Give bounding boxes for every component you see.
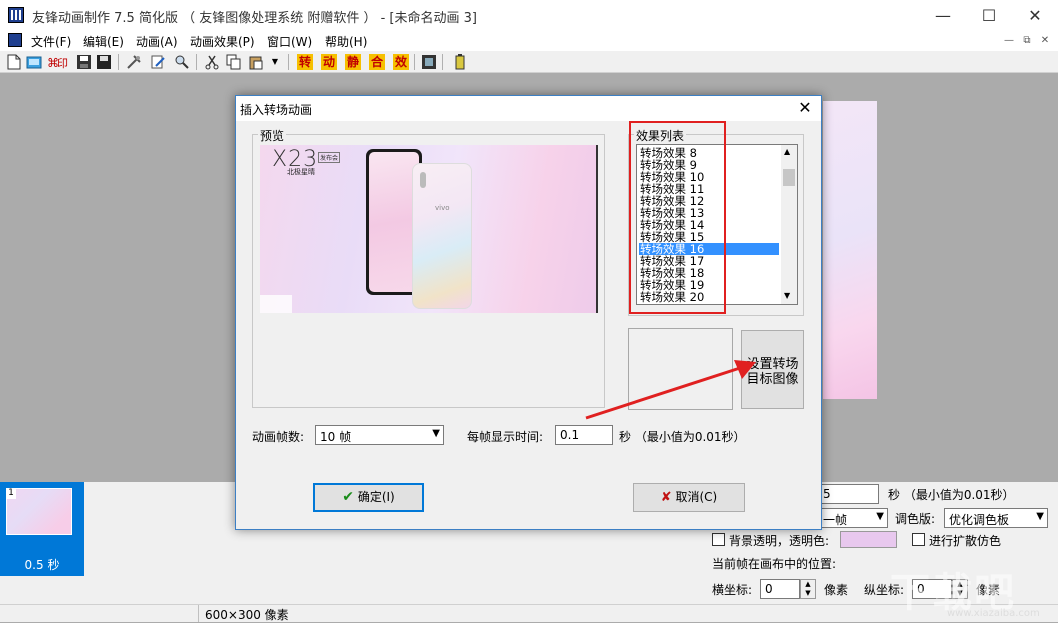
transparent-checkbox[interactable] [712, 533, 725, 546]
preview-subtitle: 北极星晴 [287, 168, 315, 176]
tools-icon[interactable] [126, 54, 142, 70]
import-icon[interactable]: ⌘ 印 [46, 54, 68, 70]
x-input[interactable]: 0 [760, 579, 800, 599]
effect-move-icon[interactable]: 动 [321, 54, 337, 70]
status-divider [198, 605, 199, 622]
frame-method-value: 一帧 [823, 513, 848, 527]
scroll-down-icon[interactable]: ▼ [784, 291, 790, 300]
frame-time-unit-label: 秒 （最小值为0.01秒） [619, 430, 746, 444]
annotation-arrow-icon [585, 360, 756, 420]
dialog-close-button[interactable]: ✕ [795, 98, 815, 118]
transparent-color-swatch[interactable] [840, 531, 897, 548]
frames-select[interactable]: 10 帧 ▼ [315, 425, 444, 445]
film-icon[interactable] [421, 54, 437, 70]
new-icon[interactable] [6, 54, 22, 70]
thumbnail-duration: 0.5 秒 [24, 558, 60, 572]
mdi-restore-button[interactable]: ⧉ [1020, 34, 1034, 47]
menu-window[interactable]: 窗口(W) [267, 33, 312, 50]
thumbnail-number: 1 [6, 488, 16, 499]
close-button[interactable]: ✕ [1012, 0, 1058, 30]
toolbar: ⌘ 印 ▼ 转 动 静 合 效 [0, 51, 1058, 73]
preview-image: X23 发布会 北极星晴 vivo [260, 145, 596, 313]
paste-icon[interactable] [248, 54, 264, 70]
menu-edit[interactable]: 编辑(E) [83, 33, 124, 50]
chevron-down-icon: ▼ [1036, 511, 1044, 522]
preview-divider [596, 145, 598, 313]
svg-text:印: 印 [57, 57, 68, 70]
position-label: 当前帧在画布中的位置: [712, 557, 837, 571]
battery-icon[interactable] [452, 54, 468, 70]
x-unit: 像素 [824, 583, 849, 597]
frames-value: 10 帧 [320, 430, 352, 444]
phone-back-image: vivo [412, 163, 472, 309]
zoom-icon[interactable] [174, 54, 190, 70]
scroll-up-icon[interactable]: ▲ [784, 147, 790, 156]
x-label: 横坐标: [712, 583, 753, 597]
checkmark-icon: ✔ [342, 489, 354, 505]
cancel-label: 取消(C) [675, 490, 718, 504]
toolbar-separator [288, 54, 289, 70]
palette-select[interactable]: 优化调色板 ▼ [944, 508, 1048, 528]
ok-label: 确定(I) [357, 490, 395, 504]
paste-dropdown-icon[interactable]: ▼ [270, 54, 280, 70]
transparent-label: 背景透明，透明色: [729, 534, 830, 548]
menu-help[interactable]: 帮助(H) [325, 33, 367, 50]
maximize-button[interactable]: ☐ [966, 0, 1012, 30]
effect-transition-icon[interactable]: 转 [297, 54, 313, 70]
palette-label: 调色版: [895, 512, 936, 526]
edit-icon[interactable] [150, 54, 166, 70]
ok-button[interactable]: ✔ 确定(I) [313, 483, 424, 512]
mdi-close-button[interactable]: ✕ [1038, 34, 1052, 47]
menu-file[interactable]: 文件(F) [31, 33, 71, 50]
open-icon[interactable] [26, 54, 42, 70]
cut-icon[interactable] [204, 54, 220, 70]
status-image-size: 600×300 像素 [205, 608, 289, 622]
canvas-frame-image [823, 101, 877, 399]
chevron-down-icon: ▼ [876, 511, 884, 522]
toolbar-separator [414, 54, 415, 70]
menu-animation-effects[interactable]: 动画效果(P) [190, 33, 255, 50]
frame-time-label: 每帧显示时间: [467, 430, 544, 444]
frame-method-select[interactable]: 一帧 ▼ [818, 508, 888, 528]
window-title: 友锋动画制作 7.5 简化版 （ 友锋图像处理系统 附赠软件 ） - [未命名动… [32, 11, 477, 26]
cancel-button[interactable]: ✘ 取消(C) [633, 483, 745, 512]
minimize-button[interactable]: — [920, 0, 966, 30]
disk-icon[interactable] [96, 54, 112, 70]
frame-time-input[interactable]: 5 [818, 484, 879, 504]
palette-value: 优化调色板 [949, 513, 1010, 527]
app-icon [8, 7, 24, 23]
toolbar-separator [196, 54, 197, 70]
title-bar: 友锋动画制作 7.5 简化版 （ 友锋图像处理系统 附赠软件 ） - [未命名动… [0, 0, 1058, 30]
toolbar-separator [118, 54, 119, 70]
highlight-box [629, 121, 726, 314]
effect-combine-icon[interactable]: 合 [369, 54, 385, 70]
cross-icon: ✘ [660, 490, 672, 505]
frame-time-field[interactable]: 0.1 [555, 425, 613, 445]
effect-static-icon[interactable]: 静 [345, 54, 361, 70]
save-icon[interactable] [76, 54, 92, 70]
preview-badge: 发布会 [318, 152, 341, 163]
dialog-title-bar: 插入转场动画 ✕ [236, 96, 821, 121]
effect-special-icon[interactable]: 效 [393, 54, 409, 70]
preview-label: 预览 [258, 127, 287, 144]
mdi-minimize-button[interactable]: — [1002, 34, 1016, 47]
frame-time-unit: 秒 （最小值为0.01秒） [888, 488, 1015, 502]
frames-label: 动画帧数: [252, 430, 305, 444]
copy-icon[interactable] [226, 54, 242, 70]
chevron-down-icon: ▼ [432, 428, 440, 439]
menu-animation[interactable]: 动画(A) [136, 33, 178, 50]
preview-logo: vivo [435, 204, 450, 212]
scrollbar-thumb[interactable] [783, 169, 795, 186]
dialog-title: 插入转场动画 [240, 103, 313, 117]
document-icon[interactable] [8, 33, 22, 47]
menu-bar: 文件(F) 编辑(E) 动画(A) 动画效果(P) 窗口(W) 帮助(H) — … [0, 30, 1058, 51]
toolbar-separator [442, 54, 443, 70]
x-spinner[interactable]: ▲ ▼ [800, 579, 816, 599]
dither-checkbox[interactable] [912, 533, 925, 546]
dither-label: 进行扩散仿色 [929, 534, 1002, 548]
listbox-scrollbar[interactable]: ▲ ▼ [781, 145, 797, 304]
watermark-url: www.xiazaiba.com [947, 608, 1040, 619]
